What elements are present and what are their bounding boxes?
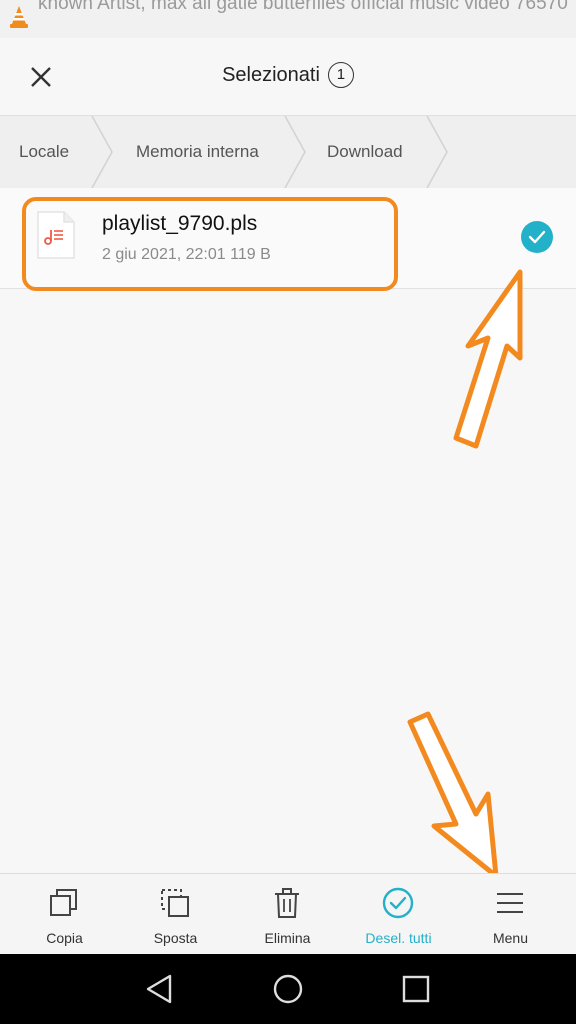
notification-bar: known Artist, max all gatie butterflies … [0,0,576,38]
breadcrumb: Locale Memoria interna Download [0,115,576,189]
chevron-right-icon [284,116,306,188]
notification-text: known Artist, max all gatie butterflies … [38,0,568,14]
system-nav-bar [0,954,576,1024]
delete-label: Elimina [264,930,311,946]
vlc-icon [10,6,28,28]
home-icon[interactable] [270,971,306,1007]
chevron-right-icon [91,116,113,188]
deselect-all-button[interactable]: Desel. tutti [341,874,456,954]
annotation-arrow-up [453,269,523,449]
selection-count-badge: 1 [327,62,354,88]
copy-button[interactable]: Copia [7,874,122,954]
breadcrumb-item-internal-memory[interactable]: Memoria interna [136,116,259,188]
trash-icon [275,888,299,918]
menu-icon [497,893,523,913]
copy-label: Copia [46,930,83,946]
annotation-arrow-down [407,711,499,879]
copy-icon [50,889,77,916]
annotation-highlight-box [22,197,398,291]
title-text: Selezionati [222,64,320,86]
check-circle-icon [382,887,414,919]
move-icon [161,889,189,917]
page-title: Selezionati 1 [0,62,576,88]
deselect-all-label: Desel. tutti [365,930,432,946]
menu-label: Menu [492,930,529,946]
breadcrumb-item-locale[interactable]: Locale [19,116,69,188]
move-label: Sposta [153,930,198,946]
recents-icon[interactable] [398,971,434,1007]
selected-check-icon[interactable] [520,220,554,254]
back-icon[interactable] [142,971,178,1007]
selection-header: Selezionati 1 [0,38,576,115]
bottom-toolbar: Copia Sposta Elimina Desel. tutti Menu [0,873,576,954]
chevron-right-icon [426,116,448,188]
move-button[interactable]: Sposta [118,874,233,954]
breadcrumb-item-download[interactable]: Download [327,116,403,188]
menu-button[interactable]: Menu [453,874,568,954]
delete-button[interactable]: Elimina [230,874,345,954]
